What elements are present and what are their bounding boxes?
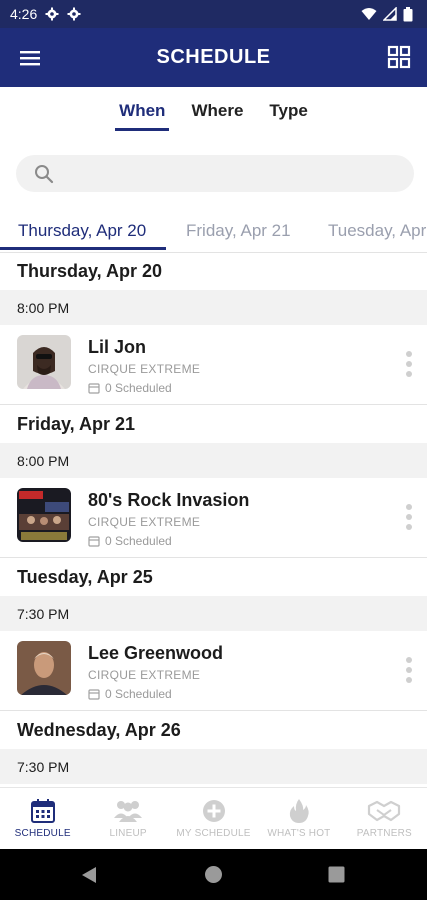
- event-venue: CIRQUE EXTREME: [88, 515, 201, 529]
- system-nav-bar: [0, 849, 427, 900]
- time-header: 8:00 PM: [0, 290, 427, 325]
- status-time: 4:26: [10, 6, 38, 22]
- search-input[interactable]: [16, 155, 414, 192]
- back-icon[interactable]: [80, 866, 98, 884]
- app-bar: SCHEDULE: [0, 28, 427, 87]
- nav-label: WHAT'S HOT: [267, 828, 331, 839]
- day-header: Thursday, Apr 20: [17, 261, 163, 281]
- schedule-list: Thursday, Apr 20 8:00 PM Lil Jon CIRQUE …: [0, 252, 427, 787]
- nav-label: LINEUP: [109, 828, 147, 839]
- day-header: Tuesday, Apr 25: [17, 567, 153, 587]
- gear-icon: [67, 7, 81, 21]
- event-venue: CIRQUE EXTREME: [88, 668, 201, 682]
- event-name: Lil Jon: [88, 337, 146, 357]
- event-name: 80's Rock Invasion: [88, 490, 250, 510]
- artist-photo: [17, 641, 71, 695]
- calendar-icon: [88, 689, 100, 700]
- tab-type[interactable]: Type: [256, 87, 320, 133]
- nav-label: MY SCHEDULE: [176, 828, 251, 839]
- nav-whats-hot[interactable]: WHAT'S HOT: [256, 788, 341, 850]
- nav-label: SCHEDULE: [14, 828, 71, 839]
- artist-photo: [17, 335, 71, 389]
- calendar-icon: [30, 799, 55, 823]
- event-poster: [17, 488, 71, 542]
- calendar-icon: [88, 536, 100, 547]
- nav-my-schedule[interactable]: MY SCHEDULE: [171, 788, 256, 850]
- page-title: SCHEDULE: [156, 46, 271, 68]
- signal-icon: [383, 7, 397, 21]
- more-vert-icon[interactable]: [405, 350, 413, 378]
- nav-schedule[interactable]: SCHEDULE: [0, 788, 85, 850]
- scheduled-label: 0 Scheduled: [105, 534, 172, 548]
- battery-icon: [403, 6, 413, 21]
- event-venue: CIRQUE EXTREME: [88, 362, 201, 376]
- bottom-nav: SCHEDULE LINEUP MY SCHEDULE WHAT'S HOT P…: [0, 787, 427, 850]
- calendar-icon: [88, 383, 100, 394]
- tab-where[interactable]: Where: [178, 87, 256, 133]
- nav-label: PARTNERS: [356, 828, 412, 839]
- gear-icon: [45, 7, 59, 21]
- scheduled-count: 0 Scheduled: [88, 381, 172, 395]
- nav-lineup[interactable]: LINEUP: [85, 788, 170, 850]
- time-header: 8:00 PM: [0, 443, 427, 478]
- scheduled-count: 0 Scheduled: [88, 687, 172, 701]
- status-bar: 4:26: [0, 0, 427, 28]
- date-tab-apr-20[interactable]: Thursday, Apr 20: [18, 221, 146, 241]
- grid-view-icon[interactable]: [387, 45, 411, 69]
- list-item[interactable]: Lee Greenwood CIRQUE EXTREME 0 Scheduled: [0, 631, 427, 711]
- wifi-icon: [361, 8, 377, 20]
- more-vert-icon[interactable]: [405, 503, 413, 531]
- list-item[interactable]: Lil Jon CIRQUE EXTREME 0 Scheduled: [0, 325, 427, 405]
- date-tabs: Thursday, Apr 20 Friday, Apr 21 Tuesday,…: [0, 212, 427, 253]
- nav-partners[interactable]: PARTNERS: [342, 788, 427, 850]
- scheduled-label: 0 Scheduled: [105, 381, 172, 395]
- recents-icon[interactable]: [328, 866, 345, 883]
- plus-circle-icon: [202, 800, 225, 822]
- day-header: Friday, Apr 21: [17, 414, 136, 434]
- time-header: 7:30 PM: [0, 749, 427, 784]
- date-tab-apr-25[interactable]: Tuesday, Apr: [328, 221, 426, 241]
- time-header: 7:30 PM: [0, 596, 427, 631]
- date-tab-indicator: [0, 247, 166, 250]
- tab-when[interactable]: When: [106, 87, 178, 133]
- scheduled-count: 0 Scheduled: [88, 534, 172, 548]
- more-vert-icon[interactable]: [405, 656, 413, 684]
- scheduled-label: 0 Scheduled: [105, 687, 172, 701]
- flame-icon: [289, 799, 309, 823]
- day-header: Wednesday, Apr 26: [17, 720, 181, 740]
- event-name: Lee Greenwood: [88, 643, 224, 663]
- filter-tabs: When Where Type: [0, 87, 427, 133]
- date-tab-apr-21[interactable]: Friday, Apr 21: [186, 221, 291, 241]
- menu-icon[interactable]: [18, 46, 42, 70]
- list-item[interactable]: 80's Rock Invasion CIRQUE EXTREME 0 Sche…: [0, 478, 427, 558]
- search-icon: [35, 165, 54, 184]
- handshake-icon: [368, 800, 401, 822]
- people-icon: [114, 801, 143, 822]
- home-icon[interactable]: [204, 865, 223, 884]
